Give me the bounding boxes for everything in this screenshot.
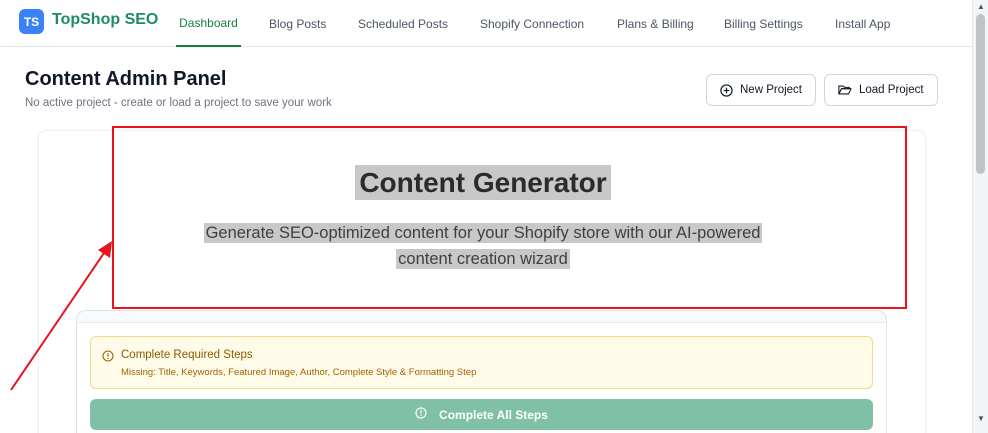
page-title: Content Admin Panel: [25, 68, 227, 90]
required-steps-alert: Complete Required Steps Missing: Title, …: [90, 336, 873, 389]
hero-description-line-1: Generate SEO-optimized content for your …: [203, 223, 763, 243]
hero-title-text: Content Generator: [355, 165, 611, 200]
load-project-button[interactable]: Load Project: [824, 74, 938, 106]
hero-description: Generate SEO-optimized content for your …: [188, 220, 778, 272]
alert-text: Missing: Title, Keywords, Featured Image…: [121, 367, 477, 378]
new-project-button[interactable]: New Project: [706, 74, 816, 106]
hero-description-line-2: content creation wizard: [396, 249, 570, 269]
new-project-label: New Project: [740, 84, 802, 96]
tab-scheduled-posts[interactable]: Scheduled Posts: [358, 0, 448, 47]
scrollbar-thumb[interactable]: [976, 14, 985, 174]
tab-billing-settings[interactable]: Billing Settings: [724, 0, 803, 47]
brand-name[interactable]: TopShop SEO: [52, 11, 158, 29]
tab-dashboard[interactable]: Dashboard: [176, 0, 241, 47]
load-project-label: Load Project: [859, 84, 924, 96]
scroll-up-icon[interactable]: ▲: [973, 0, 988, 14]
alert-circle-icon: [102, 349, 114, 367]
alert-title: Complete Required Steps: [121, 349, 253, 361]
plus-circle-icon: [720, 83, 733, 97]
tab-blog-posts[interactable]: Blog Posts: [269, 0, 326, 47]
tab-install-app[interactable]: Install App: [835, 0, 890, 47]
alert-circle-icon: [415, 407, 427, 422]
tab-shopify-connection[interactable]: Shopify Connection: [480, 0, 584, 47]
hero-title: Content Generator: [0, 165, 966, 200]
logo-badge: TS: [19, 9, 44, 34]
cta-label: Complete All Steps: [439, 407, 548, 422]
complete-all-steps-button[interactable]: Complete All Steps: [90, 399, 873, 430]
tab-plans-billing[interactable]: Plans & Billing: [617, 0, 694, 47]
top-navigation: TS TopShop SEO Dashboard Blog Posts Sche…: [0, 0, 972, 47]
vertical-scrollbar[interactable]: ▲ ▼: [972, 0, 988, 433]
folder-open-icon: [838, 84, 852, 96]
page-subtitle: No active project - create or load a pro…: [25, 97, 332, 109]
scroll-down-icon[interactable]: ▼: [973, 412, 988, 426]
